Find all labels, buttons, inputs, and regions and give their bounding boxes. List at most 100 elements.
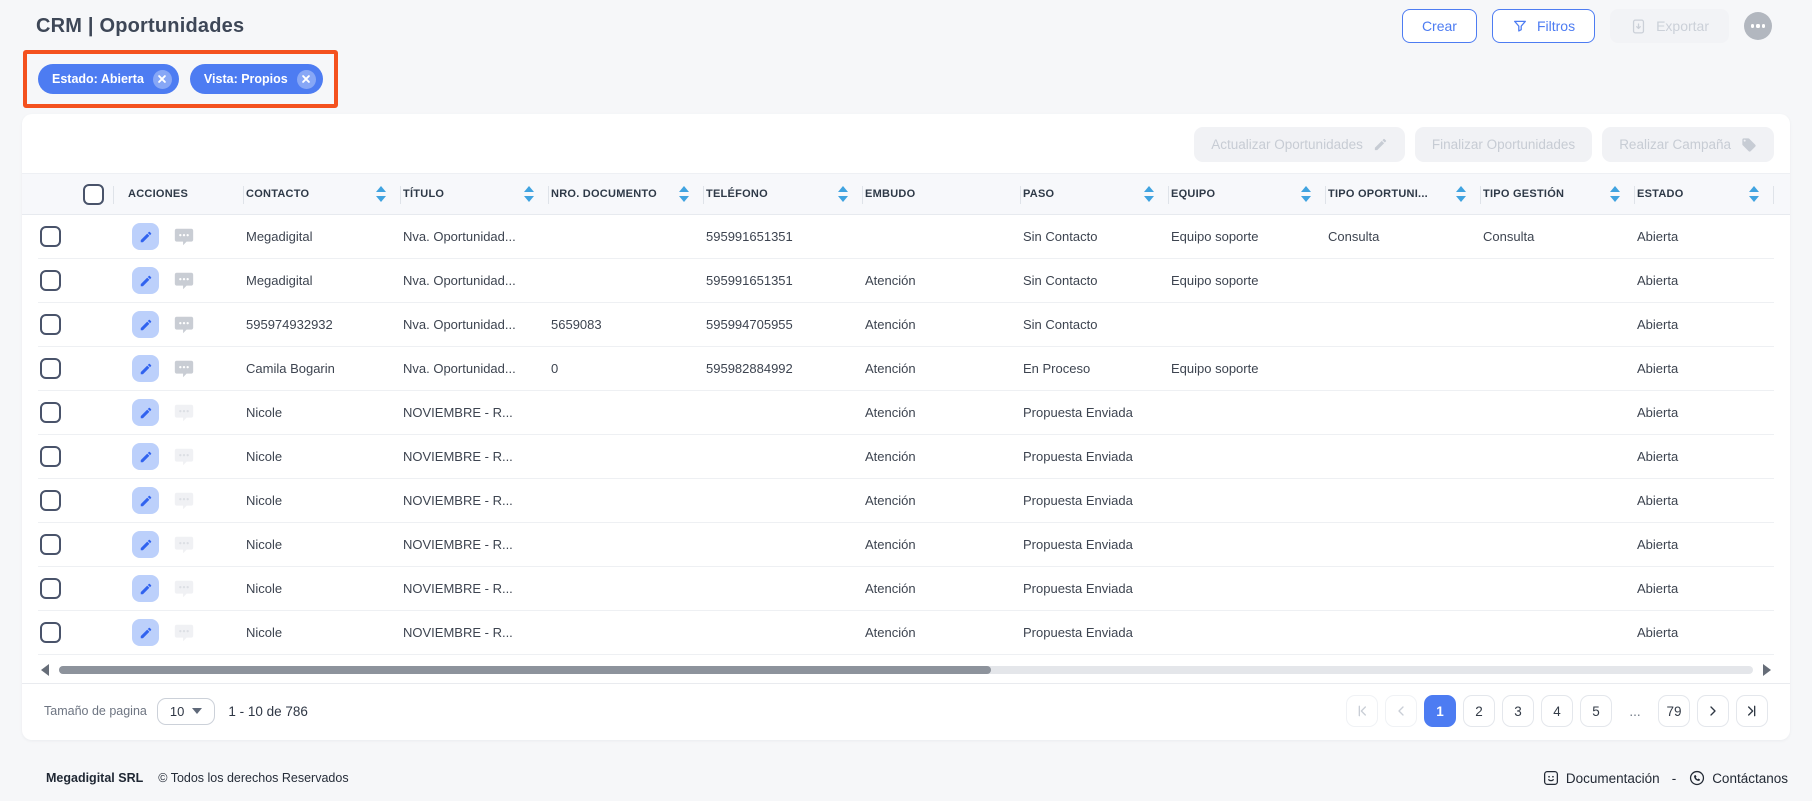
finalize-opportunities-label: Finalizar Oportunidades (1432, 137, 1575, 152)
sort-arrows-icon[interactable] (1749, 186, 1759, 202)
column-header-tipo_gestion[interactable]: TIPO GESTIÓN (1481, 174, 1635, 214)
next-page-icon (1705, 703, 1721, 719)
edit-pencil-icon[interactable] (132, 311, 159, 338)
edit-pencil-icon[interactable] (132, 443, 159, 470)
filter-chip-label: Vista: Propios (204, 72, 288, 86)
scroll-left-icon[interactable] (41, 664, 49, 676)
edit-pencil-icon[interactable] (132, 487, 159, 514)
sort-arrows-icon[interactable] (1456, 186, 1466, 202)
row-actions-cell (114, 223, 244, 250)
more-options-button[interactable] (1744, 12, 1772, 40)
scrollbar-track[interactable] (59, 666, 1753, 674)
close-circle-icon[interactable] (153, 70, 172, 89)
comment-bubble-icon[interactable] (171, 532, 196, 557)
row-checkbox[interactable] (40, 622, 61, 643)
row-checkbox[interactable] (40, 490, 61, 511)
prev-page-button[interactable] (1385, 695, 1417, 727)
campaign-button: Realizar Campaña (1602, 127, 1774, 162)
pager-pages: 12345...79 (1424, 695, 1690, 727)
row-checkbox[interactable] (40, 402, 61, 423)
last-page-button[interactable] (1736, 695, 1768, 727)
edit-pencil-icon[interactable] (132, 223, 159, 250)
sort-arrows-icon[interactable] (376, 186, 386, 202)
row-checkbox[interactable] (40, 534, 61, 555)
column-header-contacto[interactable]: CONTACTO (244, 174, 401, 214)
row-checkbox[interactable] (40, 270, 61, 291)
page-button-1[interactable]: 1 (1424, 695, 1456, 727)
row-select-cell (38, 479, 114, 522)
comment-bubble-icon[interactable] (171, 268, 196, 293)
cell-paso: Propuesta Enviada (1021, 493, 1169, 508)
column-header-label: CONTACTO (246, 188, 309, 200)
scroll-right-icon[interactable] (1763, 664, 1771, 676)
footer: Megadigital SRL © Todos los derechos Res… (0, 769, 1812, 787)
filter-chip: Estado: Abierta (38, 64, 179, 94)
select-all-checkbox[interactable] (83, 184, 104, 205)
page-button-79[interactable]: 79 (1658, 695, 1690, 727)
edit-pencil-icon[interactable] (132, 531, 159, 558)
page-button-4[interactable]: 4 (1541, 695, 1573, 727)
column-header-estado[interactable]: ESTADO (1635, 174, 1774, 214)
row-select-cell (38, 567, 114, 610)
next-page-button[interactable] (1697, 695, 1729, 727)
column-header-telefono[interactable]: TELÉFONO (704, 174, 863, 214)
cell-estado: Abierta (1635, 229, 1774, 244)
documentation-link[interactable]: Documentación (1542, 769, 1660, 787)
cell-embudo: Atención (863, 625, 1021, 640)
row-checkbox[interactable] (40, 358, 61, 379)
column-header-label: TELÉFONO (706, 188, 768, 200)
pager-ellipsis: ... (1619, 695, 1651, 727)
sort-arrows-icon[interactable] (679, 186, 689, 202)
sort-arrows-icon[interactable] (838, 186, 848, 202)
comment-bubble-icon[interactable] (171, 400, 196, 425)
page-button-2[interactable]: 2 (1463, 695, 1495, 727)
copyright-text: © Todos los derechos Reservados (158, 771, 348, 785)
edit-pencil-icon[interactable] (132, 355, 159, 382)
column-header-nro_documento[interactable]: NRO. DOCUMENTO (549, 174, 704, 214)
row-checkbox[interactable] (40, 226, 61, 247)
footer-separator: - (1672, 771, 1677, 786)
ellipsis-icon (1751, 24, 1754, 27)
comment-bubble-icon[interactable] (171, 224, 196, 249)
sort-arrows-icon[interactable] (524, 186, 534, 202)
comment-bubble-icon[interactable] (171, 620, 196, 645)
edit-pencil-icon[interactable] (132, 619, 159, 646)
table-row: MegadigitalNva. Oportunidad...5959916513… (38, 259, 1774, 303)
close-circle-icon[interactable] (297, 70, 316, 89)
tag-icon (1741, 137, 1757, 153)
column-header-tipo_oportunidad[interactable]: TIPO OPORTUNI... (1326, 174, 1481, 214)
cell-equipo: Equipo soporte (1169, 273, 1326, 288)
scrollbar-thumb[interactable] (59, 666, 991, 674)
column-header-equipo[interactable]: EQUIPO (1169, 174, 1326, 214)
row-actions-cell (114, 531, 244, 558)
page-button-5[interactable]: 5 (1580, 695, 1612, 727)
sort-arrows-icon[interactable] (1610, 186, 1620, 202)
comment-bubble-icon[interactable] (171, 576, 196, 601)
finalize-opportunities-button: Finalizar Oportunidades (1415, 127, 1592, 162)
documentation-label: Documentación (1566, 771, 1660, 786)
column-header-label: EQUIPO (1171, 188, 1215, 200)
contact-link[interactable]: Contáctanos (1688, 769, 1788, 787)
comment-bubble-icon[interactable] (171, 488, 196, 513)
comment-bubble-icon[interactable] (171, 444, 196, 469)
comment-bubble-icon[interactable] (171, 356, 196, 381)
edit-pencil-icon[interactable] (132, 399, 159, 426)
page-size-select[interactable]: 10 (157, 698, 215, 725)
sort-arrows-icon[interactable] (1301, 186, 1311, 202)
table-row: NicoleNOVIEMBRE - R...AtenciónPropuesta … (38, 391, 1774, 435)
row-select-cell (38, 435, 114, 478)
edit-pencil-icon[interactable] (132, 575, 159, 602)
column-header-titulo[interactable]: TÍTULO (401, 174, 549, 214)
page-button-3[interactable]: 3 (1502, 695, 1534, 727)
filters-button[interactable]: Filtros (1492, 9, 1595, 43)
edit-pencil-icon[interactable] (132, 267, 159, 294)
row-checkbox[interactable] (40, 314, 61, 335)
cell-nro_documento: 5659083 (549, 317, 704, 332)
first-page-button[interactable] (1346, 695, 1378, 727)
comment-bubble-icon[interactable] (171, 312, 196, 337)
sort-arrows-icon[interactable] (1144, 186, 1154, 202)
row-checkbox[interactable] (40, 578, 61, 599)
create-button[interactable]: Crear (1402, 9, 1477, 43)
column-header-paso[interactable]: PASO (1021, 174, 1169, 214)
row-checkbox[interactable] (40, 446, 61, 467)
